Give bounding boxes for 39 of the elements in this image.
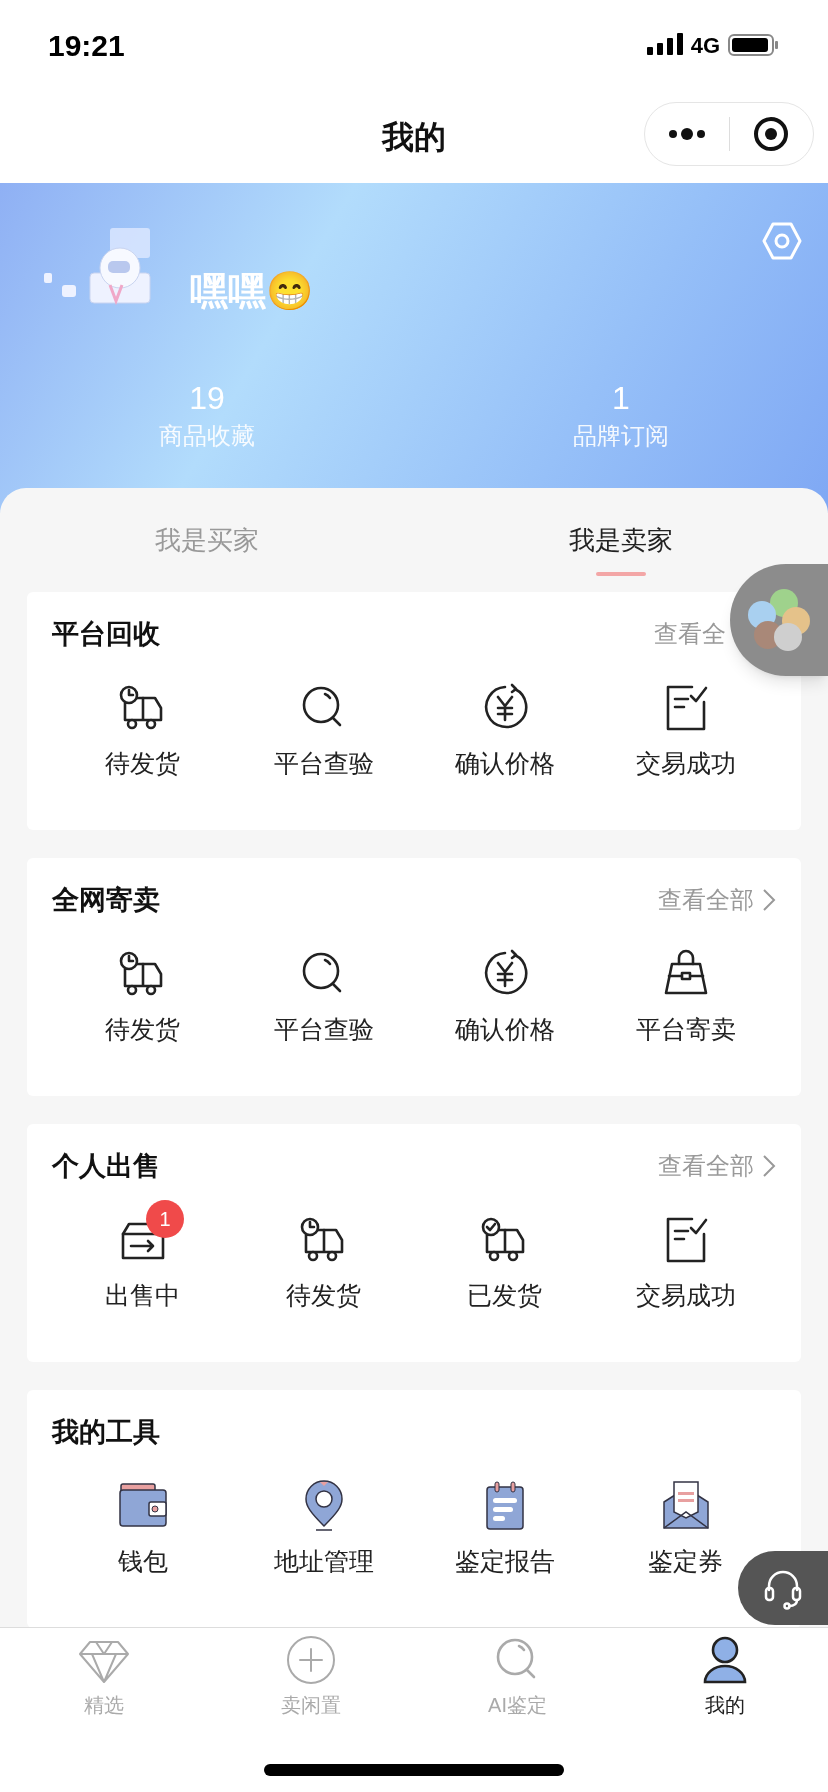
shortcut-item[interactable]: 地址管理 bbox=[233, 1466, 414, 1576]
shortcut-item[interactable]: 确认价格 bbox=[414, 934, 595, 1044]
floating-color-button[interactable] bbox=[730, 564, 828, 676]
shortcut-item[interactable]: 平台查验 bbox=[233, 668, 414, 778]
network-label: 4G bbox=[690, 31, 720, 60]
section-title: 全网寄卖 bbox=[52, 883, 160, 917]
stat-value: 1 bbox=[612, 379, 630, 418]
shortcut-item[interactable]: 1 出售中 bbox=[52, 1200, 233, 1310]
tab[interactable]: 我是卖家 bbox=[414, 488, 828, 592]
battery-icon bbox=[728, 33, 780, 57]
shortcut-item[interactable]: 钱包 bbox=[52, 1466, 233, 1576]
shortcut-item[interactable]: 交易成功 bbox=[595, 668, 776, 778]
section-title: 个人出售 bbox=[52, 1149, 160, 1183]
settings-icon bbox=[761, 220, 803, 262]
stat-value: 19 bbox=[189, 379, 225, 418]
page-title: 我的 bbox=[382, 117, 446, 157]
count-badge: 1 bbox=[146, 1200, 184, 1238]
section-title: 平台回收 bbox=[52, 617, 160, 651]
shortcut-item[interactable]: 平台寄卖 bbox=[595, 934, 776, 1044]
chevron-icon bbox=[762, 888, 776, 912]
stat-label: 品牌订阅 bbox=[573, 421, 669, 451]
shortcut-item[interactable]: 待发货 bbox=[233, 1200, 414, 1310]
shortcut-item[interactable]: 待发货 bbox=[52, 668, 233, 778]
section-title: 我的工具 bbox=[52, 1415, 160, 1449]
target-icon bbox=[753, 116, 790, 152]
shortcut-item[interactable]: 待发货 bbox=[52, 934, 233, 1044]
shortcut-item[interactable]: 鉴定报告 bbox=[414, 1466, 595, 1576]
user-name: 嘿嘿😁 bbox=[190, 269, 313, 314]
signal-icon bbox=[646, 33, 683, 57]
customer-service-button[interactable] bbox=[738, 1551, 828, 1625]
shortcut-item[interactable]: 交易成功 bbox=[595, 1200, 776, 1310]
chevron-icon bbox=[762, 1154, 776, 1178]
shortcut-item[interactable]: 已发货 bbox=[414, 1200, 595, 1310]
stat-label: 商品收藏 bbox=[159, 421, 255, 451]
shortcut-item[interactable]: 确认价格 bbox=[414, 668, 595, 778]
shortcut-item[interactable]: 平台查验 bbox=[233, 934, 414, 1044]
status-time: 19:21 bbox=[48, 27, 125, 64]
nav-tab[interactable]: 我的 bbox=[621, 1632, 828, 1720]
more-icon bbox=[666, 128, 707, 140]
